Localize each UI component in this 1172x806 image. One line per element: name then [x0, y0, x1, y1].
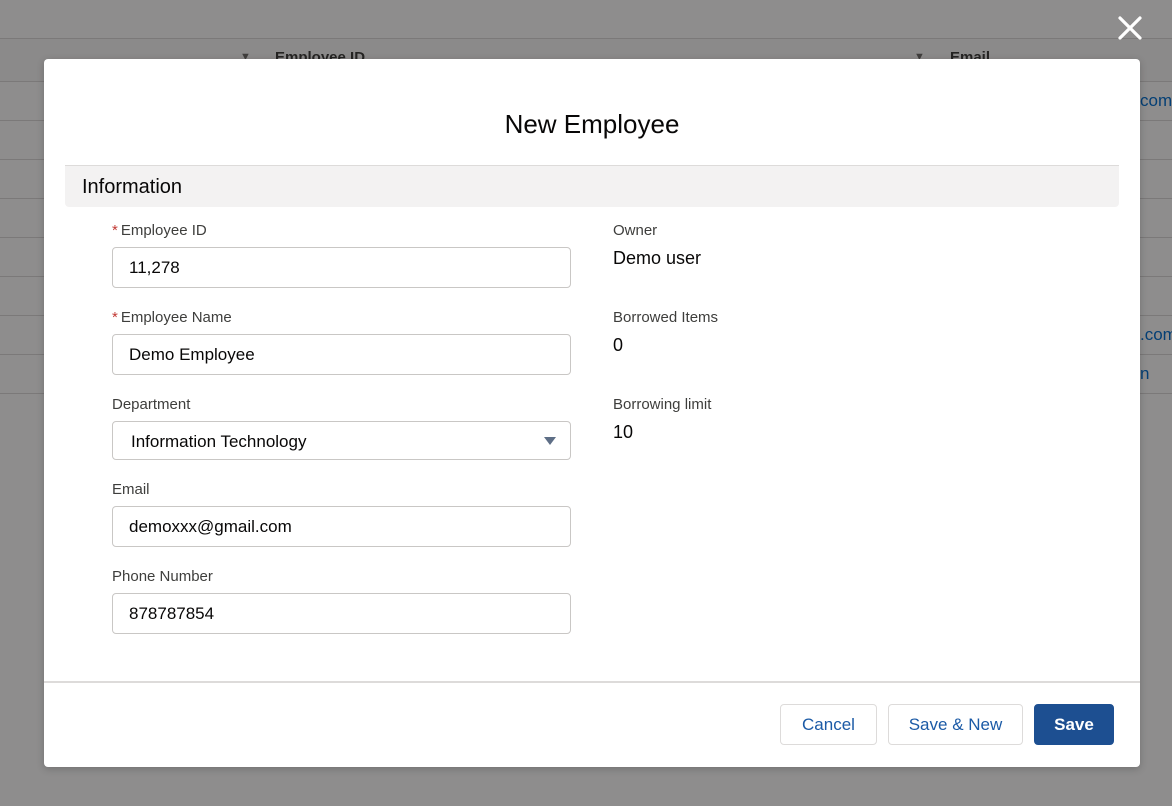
section-title: Information: [82, 176, 183, 198]
modal-footer-divider: [44, 681, 1140, 683]
save-and-new-button[interactable]: Save & New: [888, 704, 1023, 745]
employee-id-input[interactable]: [112, 247, 571, 288]
section-header-information[interactable]: Information: [65, 165, 1119, 207]
required-indicator: *: [112, 309, 118, 326]
email-label: Email: [112, 481, 150, 498]
email-input[interactable]: [112, 506, 571, 547]
save-button[interactable]: Save: [1034, 704, 1114, 745]
department-selected-value: Information Technology: [131, 432, 307, 451]
modal-title: New Employee: [504, 109, 680, 139]
phone-number-label: Phone Number: [112, 568, 213, 585]
owner-value: Demo user: [613, 248, 702, 268]
department-label: Department: [112, 396, 191, 413]
close-modal-button[interactable]: [1112, 10, 1148, 46]
borrowing-limit-label: Borrowing limit: [613, 396, 712, 413]
required-indicator: *: [112, 222, 118, 239]
close-icon: [1118, 16, 1142, 40]
borrowing-limit-value: 10: [613, 422, 634, 442]
new-employee-modal: New Employee Information *Employee ID *E…: [44, 59, 1140, 767]
phone-number-input[interactable]: [112, 593, 571, 634]
employee-name-input[interactable]: [112, 334, 571, 375]
department-select[interactable]: Information Technology: [112, 421, 571, 460]
cancel-button[interactable]: Cancel: [780, 704, 877, 745]
chevron-down-icon: [544, 437, 556, 445]
borrowed-items-label: Borrowed Items: [613, 309, 719, 326]
employee-name-label: * Employee Name: [112, 309, 232, 326]
owner-label: Owner: [613, 222, 658, 239]
employee-id-label: * Employee ID: [112, 222, 207, 239]
borrowed-items-value: 0: [613, 335, 624, 355]
